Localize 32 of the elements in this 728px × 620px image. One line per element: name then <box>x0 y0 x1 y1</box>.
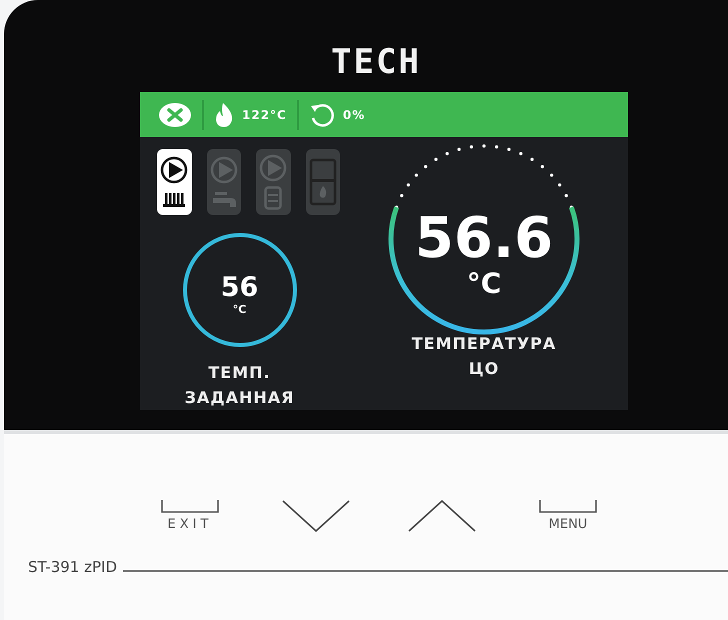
menu-button[interactable]: MENU <box>532 500 604 532</box>
boiler-icon <box>308 157 337 207</box>
mode-tile[interactable] <box>306 149 340 215</box>
boiler-temperature: 122°C <box>242 108 287 122</box>
tank-icon <box>264 186 282 210</box>
brand-logo: TECH <box>331 44 421 80</box>
model-name: ST-391 zPID <box>28 558 118 576</box>
bracket-icon <box>160 500 220 514</box>
mode-tile[interactable] <box>256 149 290 215</box>
flame-icon <box>214 102 234 128</box>
faucet-icon <box>210 190 237 208</box>
set-temperature-label: ТЕМП. ЗАДАННАЯ <box>184 362 296 409</box>
exit-button[interactable]: EXIT <box>154 500 226 532</box>
chevron-up-icon <box>408 500 476 532</box>
current-temperature-unit: °C <box>466 269 502 299</box>
bracket-icon <box>538 500 598 514</box>
set-temperature-value: 56 <box>220 272 258 302</box>
current-temperature-label: ТЕМПЕРАТУРА ЦО <box>412 333 556 380</box>
up-button[interactable] <box>406 500 478 532</box>
mode-tile[interactable] <box>206 149 241 215</box>
chevron-down-icon <box>282 500 350 532</box>
down-button[interactable] <box>280 500 352 532</box>
current-temperature-value: 56.6 <box>414 209 554 269</box>
pump-icon <box>210 156 238 184</box>
radiator-icon <box>163 192 186 208</box>
pump-power: 0% <box>342 108 366 122</box>
refresh-icon <box>308 102 335 128</box>
close-circle-icon <box>158 102 192 128</box>
pump-icon <box>259 154 288 182</box>
mode-tile[interactable] <box>157 149 192 215</box>
pump-icon <box>160 156 188 184</box>
set-temperature-unit: °C <box>232 302 246 316</box>
